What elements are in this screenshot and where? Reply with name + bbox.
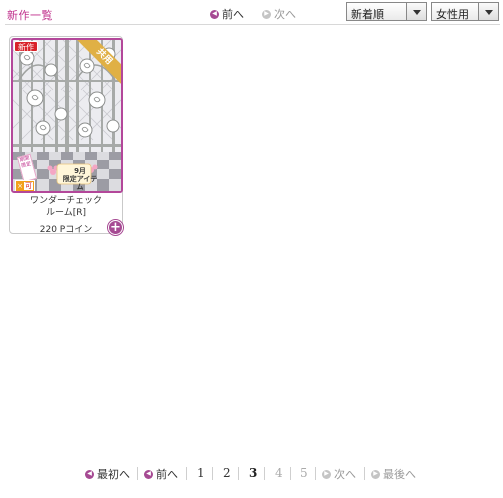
prev-page-link[interactable]: ◀ 前へ [144,466,178,482]
item-price: 220 Pコイン [39,225,93,235]
next-page-link: ▶ 次へ [322,466,356,482]
divider [238,467,239,480]
arrow-right-icon: ▶ [262,9,271,19]
arrow-left-icon: ◀ [85,469,94,479]
arrow-right-icon: ▶ [371,469,380,479]
cross-icon: × [17,182,23,190]
page-4-link: 4 [275,466,283,480]
divider [264,467,265,480]
next-page-label: 次へ [334,468,356,481]
month-label-line2: 限定アイテム [62,175,98,191]
chevron-down-icon[interactable] [478,3,498,20]
first-page-label: 最初へ [97,468,130,481]
last-page-link: ▶ 最後へ [371,466,416,482]
header-prev-link[interactable]: ◀ 前へ [210,6,244,22]
pagination: ◀ 最初へ ◀ 前へ 1 2 3 4 5 ▶ 次へ ▶ 最後へ [0,464,503,482]
month-label-line1: 9月 [74,167,86,175]
page-1-link[interactable]: 1 [197,466,205,480]
plus-icon: + [110,220,121,235]
chevron-down-icon[interactable] [406,3,426,20]
add-to-cart-button[interactable]: + [108,220,123,235]
month-limited-label: 9月 限定アイテム [60,167,100,191]
item-name-line1: ワンダーチェック [29,196,102,206]
divider [186,467,187,480]
header-bar: 新作一覧 ◀ 前へ ▶ 次へ 新着順 女性用 [0,0,503,26]
divider [315,467,316,480]
header-prev-label: 前へ [222,8,244,21]
header-next-label: 次へ [274,8,296,21]
product-thumbnail[interactable]: 新作 共用 期間限定 9月 限定アイテム × 可 [11,38,123,193]
divider [290,467,291,480]
arrow-left-icon: ◀ [210,9,219,19]
last-page-label: 最後へ [383,468,416,481]
header-next-link: ▶ 次へ [262,6,296,22]
page-5-link: 5 [300,466,308,480]
first-page-link[interactable]: ◀ 最初へ [85,466,130,482]
item-name-line2: ルーム[R] [45,208,86,218]
page-title: 新作一覧 [7,9,53,22]
product-card[interactable]: 新作 共用 期間限定 9月 限定アイテム × 可 ワンダーチェック ルーム[R]… [9,36,123,235]
arrow-right-icon: ▶ [322,469,331,479]
arrow-left-icon: ◀ [144,469,153,479]
gender-filter-value: 女性用 [436,8,469,21]
divider [137,467,138,480]
new-badge: 新作 [14,41,38,52]
header-divider [5,24,500,25]
tradable-badge: × 可 [15,180,35,191]
sort-order-value: 新着順 [351,8,384,21]
tradable-label: 可 [23,182,33,190]
divider [212,467,213,480]
divider [364,467,365,480]
sort-order-select[interactable]: 新着順 [346,2,427,21]
page-2-link[interactable]: 2 [223,466,231,480]
gender-filter-select[interactable]: 女性用 [431,2,499,21]
prev-page-label: 前へ [156,468,178,481]
item-name[interactable]: ワンダーチェック ルーム[R] [10,195,122,219]
page-3-current: 3 [249,466,258,480]
